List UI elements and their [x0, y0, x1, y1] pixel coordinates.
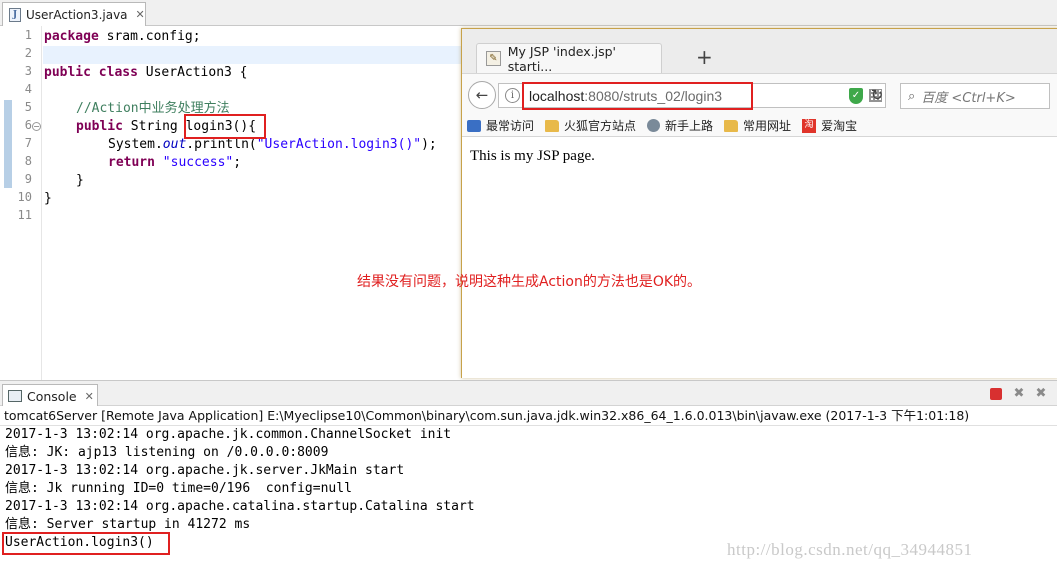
line-number: 4	[24, 82, 32, 96]
taobao-icon: 淘	[802, 118, 817, 133]
close-icon[interactable]: ✕	[136, 8, 145, 21]
code-line-3: public class UserAction3 {	[44, 65, 248, 80]
fold-collapse-icon[interactable]: −	[32, 122, 41, 131]
line-number: 6	[24, 118, 32, 132]
highlight-box-url	[522, 82, 753, 110]
search-placeholder: 百度 <Ctrl+K>	[921, 90, 1016, 106]
terminate-icon[interactable]	[990, 388, 1002, 400]
folder-icon	[724, 119, 739, 132]
editor-gutter: 1 2 3 4 5 6 7 8 9 10 11 −	[0, 26, 42, 380]
line-number: 5	[24, 100, 32, 114]
bookmark-getting-started[interactable]: 新手上路	[647, 117, 713, 134]
browser-tab-index-jsp[interactable]: ✎ My JSP 'index.jsp' starti...	[476, 43, 662, 74]
console-line: 2017-1-3 13:02:14 org.apache.jk.common.C…	[5, 427, 452, 442]
java-file-icon: J	[9, 7, 21, 22]
code-line-10: }	[44, 191, 52, 206]
line-number: 9	[24, 172, 32, 186]
folder-icon	[545, 119, 560, 132]
line-number: 8	[24, 154, 32, 168]
line-number: 1	[24, 28, 32, 42]
line-number: 10	[17, 190, 32, 204]
code-line-1: package sram.config;	[44, 29, 201, 44]
console-line: 2017-1-3 13:02:14 org.apache.catalina.st…	[5, 499, 475, 514]
globe-icon	[647, 119, 661, 132]
remove-launch-icon[interactable]: ✖	[1012, 387, 1026, 401]
close-icon[interactable]: ✕	[85, 390, 94, 403]
new-tab-button[interactable]: +	[696, 45, 713, 69]
highlight-box-console-output	[2, 532, 170, 555]
page-body-text: This is my JSP page.	[470, 148, 595, 164]
bookmarks-toolbar: 最常访问 火狐官方站点 新手上路 常用网址 淘爱淘宝	[462, 115, 1057, 137]
console-line: 信息: Jk running ID=0 time=0/196 config=nu…	[5, 481, 352, 496]
browser-page-content: This is my JSP page.	[462, 138, 1057, 378]
bookmark-most-visited[interactable]: 最常访问	[467, 117, 534, 134]
console-line: 2017-1-3 13:02:14 org.apache.jk.server.J…	[5, 463, 405, 478]
annotation-note: 结果没有问题，说明这种生成Action的方法也是OK的。	[357, 274, 702, 290]
console-tab-label: Console	[27, 388, 77, 404]
console-tab[interactable]: Console ✕	[2, 384, 98, 407]
highlight-box-method	[184, 114, 266, 139]
blog-watermark: http://blog.csdn.net/qq_34944851	[727, 540, 973, 559]
bookmark-common-sites[interactable]: 常用网址	[724, 117, 791, 134]
console-line: 信息: JK: ajp13 listening on /0.0.0.0:8009	[5, 445, 329, 460]
info-icon[interactable]: i	[505, 88, 520, 103]
browser-nav-bar: ← i localhost:8080/struts_02/login3 ✓ ↻ …	[462, 73, 1057, 115]
line-number: 2	[24, 46, 32, 60]
line-number: 11	[17, 208, 32, 222]
browser-tab-title: My JSP 'index.jsp' starti...	[507, 43, 616, 74]
bookmark-ai-taobao[interactable]: 淘爱淘宝	[802, 117, 857, 134]
code-line-9: }	[76, 173, 84, 188]
browser-tab-strip: ✎ My JSP 'index.jsp' starti... +	[462, 29, 1057, 74]
editor-tab-label: UserAction3.java	[26, 7, 128, 22]
console-icon	[8, 390, 22, 402]
console-process-header: tomcat6Server [Remote Java Application] …	[0, 406, 1057, 426]
line-number: 7	[24, 136, 32, 150]
remove-all-launches-icon[interactable]: ✖	[1034, 387, 1048, 401]
browser-window: ✎ My JSP 'index.jsp' starti... + ← i loc…	[461, 28, 1057, 378]
security-shield-icon[interactable]: ✓	[849, 88, 863, 104]
editor-tab-useraction3[interactable]: J UserAction3.java ✕	[2, 2, 146, 26]
page-favicon-icon: ✎	[486, 51, 501, 66]
line-number: 3	[24, 64, 32, 78]
code-line-8: return "success";	[108, 155, 242, 170]
bookmark-firefox-official[interactable]: 火狐官方站点	[545, 117, 636, 134]
bookmarks-icon	[467, 119, 481, 132]
change-marker-bar	[4, 100, 12, 188]
console-tab-bar: Console ✕ ✖ ✖	[0, 380, 1057, 407]
code-line-7: System.out.println("UserAction.login3()"…	[108, 137, 437, 152]
search-icon: ⌕	[908, 88, 916, 104]
current-line-highlight	[43, 46, 463, 64]
editor-tab-bar: J UserAction3.java ✕	[0, 0, 1057, 26]
search-box[interactable]: ⌕ 百度 <Ctrl+K>	[900, 83, 1050, 109]
reload-button[interactable]: ↻	[866, 83, 888, 108]
back-button[interactable]: ←	[468, 81, 496, 109]
code-editor[interactable]: package sram.config; public class UserAc…	[43, 26, 463, 380]
